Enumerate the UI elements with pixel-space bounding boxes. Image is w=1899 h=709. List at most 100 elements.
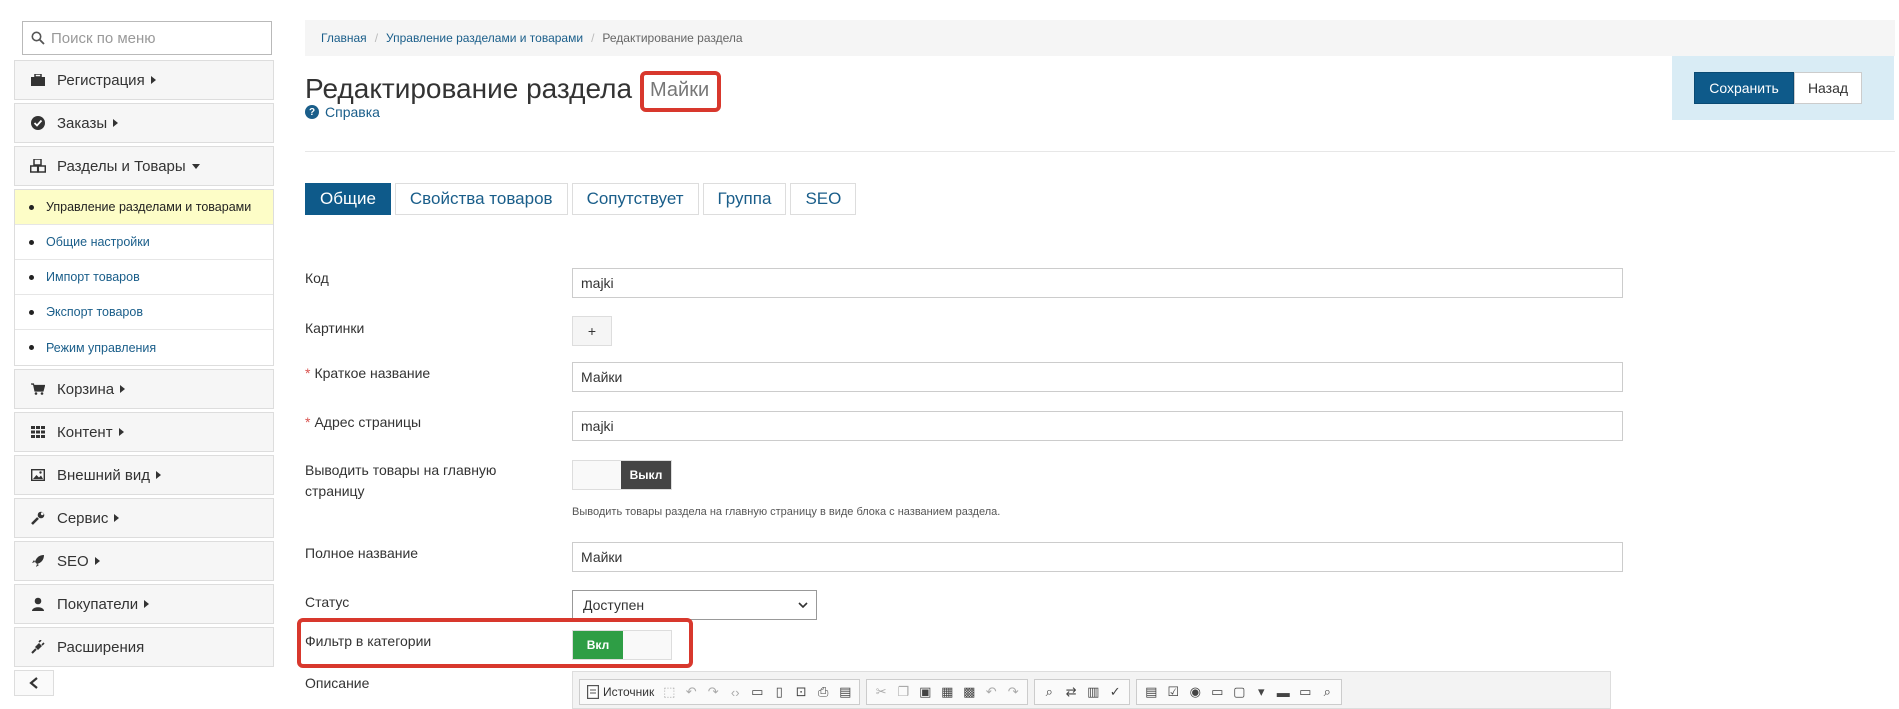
submenu-item-import[interactable]: Импорт товаров	[15, 260, 273, 295]
undo-icon[interactable]: ↶	[980, 681, 1002, 703]
required-marker: *	[305, 414, 311, 430]
short-name-label: * Краткое название	[305, 363, 430, 384]
description-label: Описание	[305, 675, 370, 691]
select-field-icon[interactable]: ▾	[1250, 681, 1272, 703]
add-image-button[interactable]: +	[572, 316, 612, 346]
back-button[interactable]: Назад	[1794, 72, 1862, 104]
submenu-item-label: Экспорт товаров	[46, 305, 143, 319]
image-icon	[29, 469, 47, 481]
sidebar-item-label: Корзина	[57, 380, 115, 398]
show-on-main-toggle[interactable]: Выкл	[572, 460, 672, 490]
button-field-icon[interactable]: ▬	[1272, 681, 1294, 703]
toolbar-group-forms: ▤ ☑ ◉ ▭ ▢ ▾ ▬ ▭ ⌕	[1136, 679, 1343, 705]
find-icon[interactable]: ⌕	[1038, 681, 1060, 703]
url-input[interactable]: majki	[572, 411, 1623, 441]
full-name-input[interactable]: Майки	[572, 542, 1623, 572]
status-select-value: Доступен	[583, 597, 645, 613]
paste-text-icon[interactable]: ▦	[936, 681, 958, 703]
paste-icon[interactable]: ▣	[914, 681, 936, 703]
bullet-icon	[29, 345, 34, 350]
sidebar-item-seo[interactable]: SEO	[14, 541, 274, 581]
source-button-label: Источник	[603, 685, 655, 699]
caret-right-icon	[144, 600, 150, 608]
undo-format-icon[interactable]: ↶	[680, 681, 702, 703]
form-icon[interactable]: ▤	[1140, 681, 1162, 703]
tab-group[interactable]: Группа	[702, 183, 787, 215]
select-block-icon[interactable]: ▥	[1082, 681, 1104, 703]
breadcrumb-section-link[interactable]: Управление разделами и товарами	[386, 31, 583, 45]
breadcrumb-home-link[interactable]: Главная	[321, 31, 367, 45]
tab-seo[interactable]: SEO	[790, 183, 857, 215]
divider	[305, 151, 1895, 152]
sidebar-collapse-button[interactable]	[14, 670, 54, 696]
caret-right-icon	[118, 428, 124, 436]
sidebar-item-catalog[interactable]: Разделы и Товары	[14, 146, 274, 186]
copy-icon[interactable]: ❐	[892, 681, 914, 703]
tab-general[interactable]: Общие	[305, 183, 391, 215]
sidebar-item-registration[interactable]: Регистрация	[14, 60, 274, 100]
image-button-icon[interactable]: ▭	[1294, 681, 1316, 703]
wrench-icon	[29, 511, 47, 525]
redo-format-icon[interactable]: ↷	[702, 681, 724, 703]
submenu-item-general-settings[interactable]: Общие настройки	[15, 225, 273, 260]
toolbar-group-search: ⌕ ⇄ ▥ ✓	[1034, 679, 1131, 705]
hidden-field-icon[interactable]: ⌕	[1316, 681, 1338, 703]
chevron-left-icon	[29, 677, 38, 689]
submenu-item-control-mode[interactable]: Режим управления	[15, 330, 273, 365]
textfield-icon[interactable]: ▭	[1206, 681, 1228, 703]
replace-icon[interactable]: ⇄	[1060, 681, 1082, 703]
submenu-item-label: Режим управления	[46, 340, 157, 355]
code-icon[interactable]: ‹›	[724, 681, 746, 703]
status-select[interactable]: Доступен	[572, 590, 817, 620]
submenu-item-label: Импорт товаров	[46, 270, 140, 284]
radio-icon[interactable]: ◉	[1184, 681, 1206, 703]
toggle-off-label: Выкл	[621, 461, 671, 489]
print-icon[interactable]: ⎙	[812, 681, 834, 703]
cut-icon[interactable]: ✂	[870, 681, 892, 703]
checkbox-icon[interactable]: ☑	[1162, 681, 1184, 703]
menu-search-input[interactable]: Поиск по меню	[22, 21, 272, 55]
spellcheck-icon[interactable]: ✓	[1104, 681, 1126, 703]
tab-related[interactable]: Сопутствует	[571, 183, 699, 215]
help-link[interactable]: ? Справка	[305, 104, 380, 120]
sidebar-item-orders[interactable]: Заказы	[14, 103, 274, 143]
new-page-icon[interactable]: ▯	[768, 681, 790, 703]
help-link-label: Справка	[325, 104, 380, 120]
submenu-item-manage-sections[interactable]: Управление разделами и товарами	[15, 190, 273, 225]
rocket-icon	[29, 554, 47, 568]
textarea-icon[interactable]: ▢	[1228, 681, 1250, 703]
briefcase-icon	[29, 74, 47, 86]
breadcrumb: Главная / Управление разделами и товарам…	[305, 20, 1895, 56]
code-input[interactable]: majki	[572, 268, 1623, 298]
paste-word-icon[interactable]: ▩	[958, 681, 980, 703]
bullet-icon	[29, 204, 34, 210]
sidebar-item-content[interactable]: Контент	[14, 412, 274, 452]
images-label: Картинки	[305, 320, 365, 336]
tabs: Общие Свойства товаров Сопутствует Групп…	[305, 183, 860, 215]
plug-icon	[29, 640, 47, 654]
sidebar-item-appearance[interactable]: Внешний вид	[14, 455, 274, 495]
redo-icon[interactable]: ↷	[1002, 681, 1024, 703]
caret-right-icon	[155, 471, 161, 479]
catalog-submenu: Управление разделами и товарами Общие на…	[14, 189, 274, 366]
submenu-item-label: Управление разделами и товарами	[46, 200, 252, 214]
preview-icon[interactable]: ⊡	[790, 681, 812, 703]
templates-icon[interactable]: ▤	[834, 681, 856, 703]
submenu-item-export[interactable]: Экспорт товаров	[15, 295, 273, 330]
description-editor-toolbar: Источник ⬚ ↶ ↷ ‹› ▭ ▯ ⊡ ⎙ ▤ ✂ ❐ ▣ ▦ ▩ ↶ …	[572, 671, 1611, 709]
menu-search-placeholder: Поиск по меню	[51, 29, 156, 47]
tab-product-properties[interactable]: Свойства товаров	[394, 183, 568, 215]
sidebar-item-customers[interactable]: Покупатели	[14, 584, 274, 624]
page-title-text: Редактирование раздела	[305, 73, 633, 104]
sidebar-item-cart[interactable]: Корзина	[14, 369, 274, 409]
bullet-icon	[29, 239, 34, 245]
source-button[interactable]: Источник	[583, 685, 658, 699]
sidebar-item-service[interactable]: Сервис	[14, 498, 274, 538]
sidebar-item-extensions[interactable]: Расширения	[14, 627, 274, 667]
save-button[interactable]: Сохранить	[1694, 72, 1794, 104]
select-all-icon[interactable]: ⬚	[658, 681, 680, 703]
sidebar-item-label: Сервис	[57, 509, 109, 527]
save-doc-icon[interactable]: ▭	[746, 681, 768, 703]
short-name-input[interactable]: Майки	[572, 362, 1623, 392]
cart-icon	[29, 383, 47, 395]
